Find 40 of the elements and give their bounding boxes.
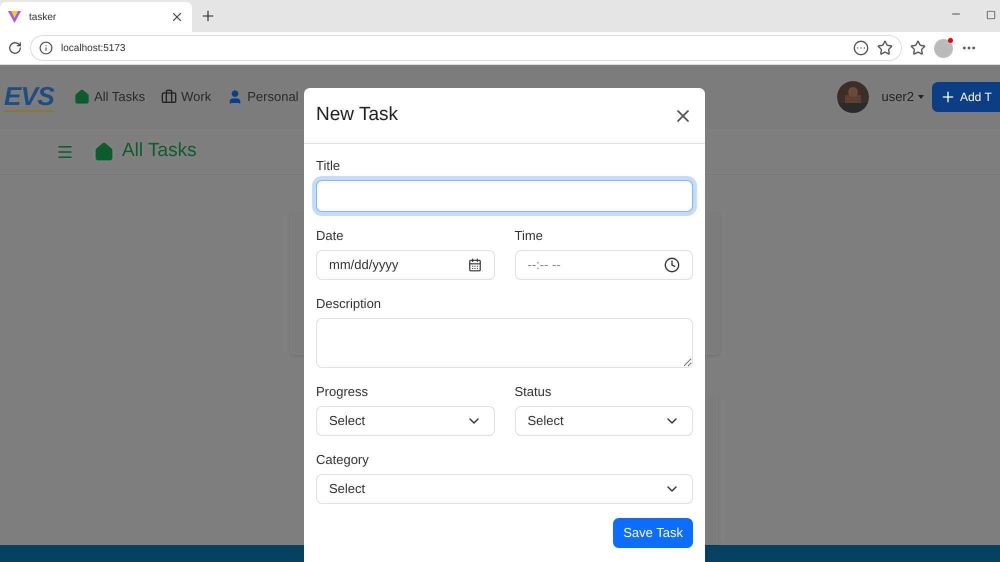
more-options-icon[interactable] xyxy=(853,40,869,56)
field-label: Category xyxy=(316,452,370,468)
description-field[interactable] xyxy=(316,318,693,368)
select-dropdown[interactable]: Select xyxy=(316,406,494,436)
plus-icon xyxy=(940,89,956,105)
field-label: Status xyxy=(514,384,552,400)
maximize-icon[interactable] xyxy=(986,10,996,20)
home-icon xyxy=(94,142,114,162)
time-field[interactable]: --:-- -- xyxy=(514,250,693,280)
tab-title: tasker xyxy=(29,10,58,24)
clock-icon xyxy=(664,257,680,273)
info-icon xyxy=(39,41,53,55)
page-title: All Tasks xyxy=(94,137,197,166)
select-dropdown[interactable]: Select xyxy=(316,474,693,504)
field-label: Time xyxy=(514,228,544,244)
date-field[interactable]: mm/dd/yyyy xyxy=(316,250,494,280)
select-dropdown[interactable]: Select xyxy=(514,406,693,436)
reload-icon[interactable] xyxy=(8,41,22,55)
field-label: Description xyxy=(316,296,382,312)
calendar-icon xyxy=(468,258,482,272)
save-task-button[interactable]: Save Task xyxy=(613,518,693,548)
user-menu[interactable]: user2 xyxy=(881,87,924,107)
user-icon xyxy=(227,89,244,105)
new-tab-icon[interactable] xyxy=(200,8,216,24)
close-icon[interactable] xyxy=(170,10,184,24)
url-text: localhost:5173 xyxy=(61,42,126,56)
star-icon[interactable] xyxy=(877,40,893,56)
field-label: Title xyxy=(316,158,342,174)
briefcase-icon xyxy=(161,89,178,105)
profile-icon[interactable] xyxy=(934,38,953,58)
browser-tab[interactable]: tasker xyxy=(0,2,192,32)
triangle-logo-icon xyxy=(8,11,21,23)
field-label: Date xyxy=(316,228,344,244)
add-task-button[interactable]: Add T xyxy=(932,82,1000,112)
address-bar[interactable]: localhost:5173 xyxy=(30,35,902,61)
dialog-title: New Task xyxy=(316,103,398,128)
title-input[interactable] xyxy=(316,180,693,212)
field-label: Progress xyxy=(316,384,370,400)
favorites-icon[interactable] xyxy=(910,40,926,56)
home-icon xyxy=(74,89,90,105)
